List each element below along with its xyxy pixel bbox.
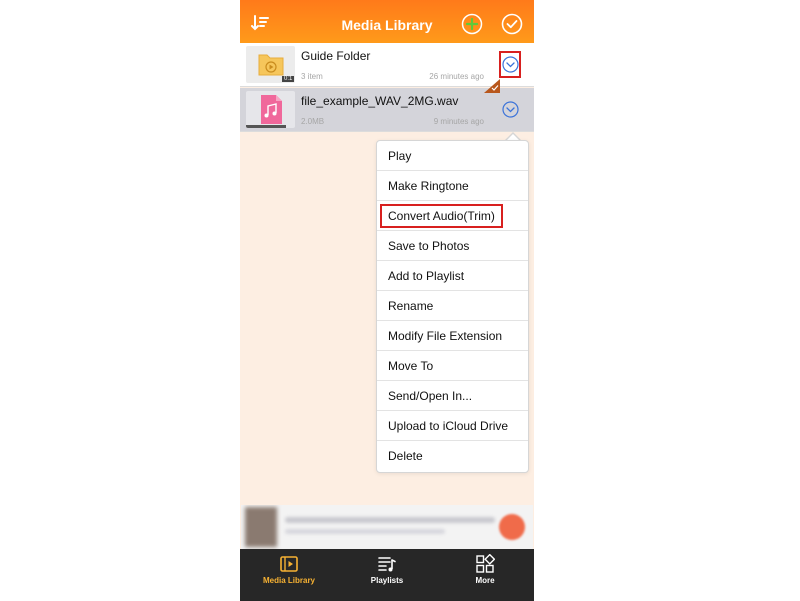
menu-item-label: Delete [388,449,423,463]
menu-item-modify-file-extension[interactable]: Modify File Extension [377,321,528,351]
tab-label: More [475,576,495,585]
tab-label: Media Library [262,576,315,585]
tab-media-library[interactable]: Media Library [240,549,338,601]
menu-item-label: Add to Playlist [388,269,465,283]
tab-more[interactable]: More [436,549,534,601]
duration-label: 0:1 [282,76,295,82]
menu-item-label: Make Ringtone [388,179,469,193]
menu-item-send-open-in[interactable]: Send/Open In... [377,381,528,411]
header-bar: Media Library [240,0,534,43]
menu-item-label: Save to Photos [388,239,470,253]
menu-item-label: Convert Audio(Trim) [380,204,503,228]
menu-item-add-to-playlist[interactable]: Add to Playlist [377,261,528,291]
menu-item-save-to-photos[interactable]: Save to Photos [377,231,528,261]
ad-text-blurred [285,517,495,523]
menu-item-label: Modify File Extension [388,329,503,343]
ad-banner[interactable] [241,505,533,549]
tab-playlists[interactable]: Playlists [338,549,436,601]
item-name: file_example_WAV_2MG.wav [301,94,459,108]
menu-item-play[interactable]: Play [377,141,528,171]
menu-item-convert-audio-trim[interactable]: Convert Audio(Trim) [377,201,528,231]
item-time: 9 minutes ago [433,117,484,126]
menu-item-label: Upload to iCloud Drive [388,419,509,433]
menu-item-move-to[interactable]: Move To [377,351,528,381]
item-time: 26 minutes ago [429,72,484,81]
checkmark-corner-icon [484,79,500,98]
grid-icon [475,553,496,574]
tab-bar: Media Library Playlists More [240,549,534,601]
ad-image [245,507,277,547]
ad-text-blurred [285,529,445,534]
menu-item-label: Rename [388,299,434,313]
media-library-icon [279,554,299,574]
music-file-icon [246,91,295,128]
add-circle-icon[interactable] [461,13,485,37]
menu-item-label: Move To [388,359,434,373]
tab-label: Playlists [370,576,404,585]
item-name: Guide Folder [301,49,371,63]
item-meta: 3 item [301,72,323,81]
check-circle-icon[interactable] [501,13,525,37]
context-menu: Play Make Ringtone Convert Audio(Trim) S… [376,140,529,473]
chevron-down-icon[interactable] [502,101,519,118]
item-meta: 2.0MB [301,117,325,126]
menu-item-delete[interactable]: Delete [377,441,528,471]
menu-item-rename[interactable]: Rename [377,291,528,321]
playlists-icon [377,554,397,574]
ad-button[interactable] [499,514,525,540]
menu-item-label: Send/Open In... [388,389,473,403]
menu-item-make-ringtone[interactable]: Make Ringtone [377,171,528,201]
menu-item-label: Play [388,149,412,163]
highlight-box [499,51,521,78]
page-title: Media Library [341,17,433,33]
menu-item-upload-icloud[interactable]: Upload to iCloud Drive [377,411,528,441]
